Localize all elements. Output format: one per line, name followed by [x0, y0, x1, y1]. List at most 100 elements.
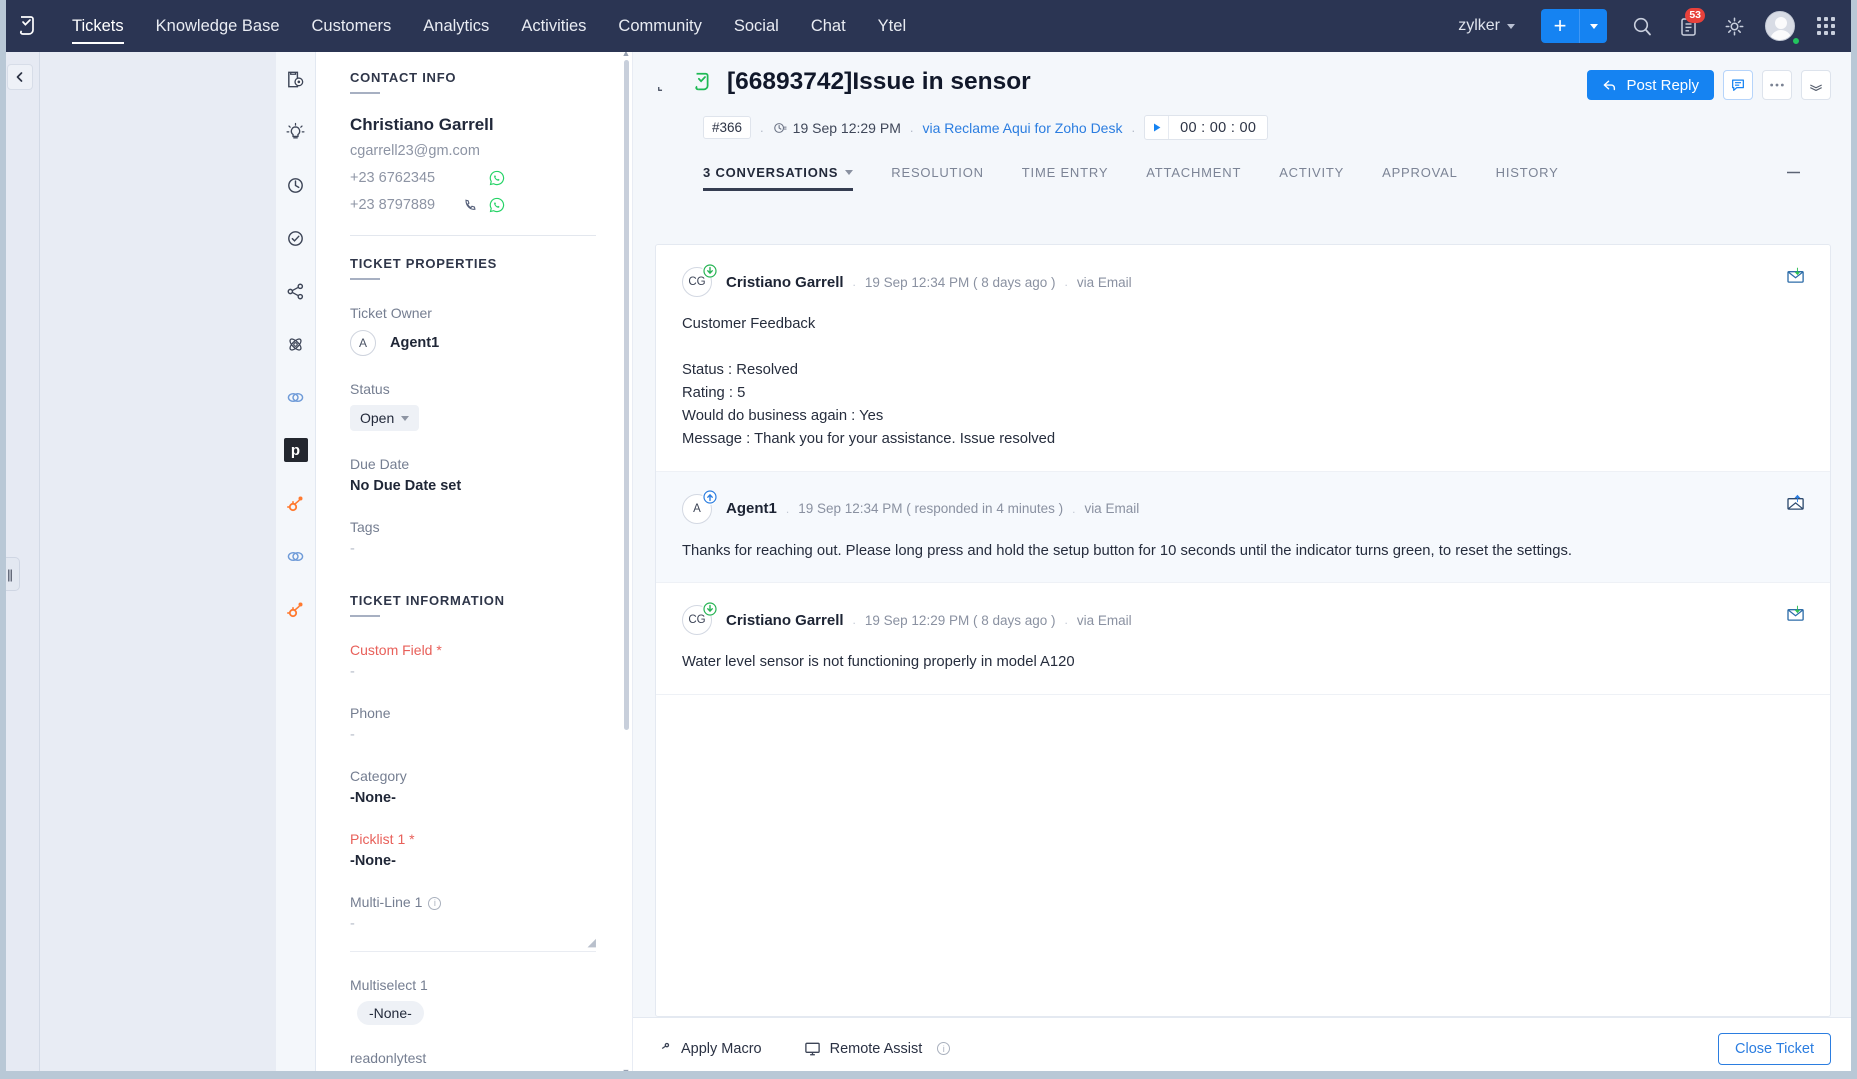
org-switcher[interactable]: zylker	[1446, 17, 1527, 35]
app-logo[interactable]	[0, 0, 56, 52]
field-label: Category	[350, 768, 596, 784]
settings-button[interactable]	[1713, 5, 1755, 47]
mail-incoming-icon[interactable]	[1787, 605, 1806, 627]
conversation-author: Cristiano Garrell	[726, 274, 844, 291]
tab-attachment[interactable]: ATTACHMENT	[1146, 165, 1241, 191]
tags-value[interactable]: -	[350, 541, 596, 557]
conversation-time: 19 Sep 12:34 PM ( 8 days ago )	[865, 275, 1056, 290]
check-circle-icon	[285, 228, 306, 249]
tab-approval[interactable]: APPROVAL	[1382, 165, 1458, 191]
collapse-sidebar-button[interactable]	[7, 64, 33, 90]
phone-icon[interactable]	[463, 171, 478, 186]
owner-name: Agent1	[390, 335, 439, 351]
nav-item-ytel[interactable]: Ytel	[862, 0, 922, 52]
avatar-initials: CG	[688, 614, 705, 626]
tab-resolution[interactable]: RESOLUTION	[891, 165, 984, 191]
nav-item-social[interactable]: Social	[718, 0, 795, 52]
tab-conversations[interactable]: 3 CONVERSATIONS	[703, 165, 853, 191]
conversation-item[interactable]: CG Cristiano Garrell . 19 Sep 12:29 PM (…	[656, 583, 1830, 695]
field-ticket-owner: Ticket Owner A Agent1	[350, 305, 596, 356]
apply-macro-button[interactable]: Apply Macro	[655, 1040, 762, 1057]
nav-label: Community	[618, 17, 701, 36]
comment-button[interactable]	[1723, 70, 1753, 100]
add-button[interactable]: +	[1541, 9, 1579, 43]
notes-button[interactable]: 53	[1667, 5, 1709, 47]
resize-grip-icon[interactable]: ◢	[588, 936, 596, 949]
clock-history-icon-button[interactable]	[279, 168, 313, 202]
window-bottom-edge	[0, 1071, 1857, 1079]
field-value: -	[350, 916, 596, 932]
field-value[interactable]: -	[350, 727, 596, 743]
whatsapp-icon[interactable]	[489, 170, 505, 186]
mail-incoming-icon[interactable]	[1787, 267, 1806, 289]
nav-item-community[interactable]: Community	[602, 0, 717, 52]
search-button[interactable]	[1621, 5, 1663, 47]
field-value[interactable]: -None-	[350, 790, 596, 806]
ticket-number[interactable]: #366	[703, 116, 751, 139]
page-title: [66893742]Issue in sensor	[691, 68, 1031, 96]
share-nodes-icon-button[interactable]	[279, 274, 313, 308]
field-multiselect-1: Multiselect 1 -None-	[350, 977, 596, 1025]
link-chain-blue-2-icon-button[interactable]	[279, 539, 313, 573]
comment-bubble-icon	[1730, 77, 1746, 93]
hubspot-sprocket-icon-button[interactable]	[279, 486, 313, 520]
due-date-value[interactable]: No Due Date set	[350, 478, 596, 494]
contact-email[interactable]: cgarrell23@gm.com	[350, 143, 596, 159]
ticket-owner-value[interactable]: A Agent1	[350, 330, 596, 356]
tabs-filter-button[interactable]	[1783, 163, 1801, 192]
ticket-tabs: 3 CONVERSATIONS RESOLUTION TIME ENTRY AT…	[703, 163, 1831, 192]
hubspot-sprocket-2-icon-button[interactable]	[279, 592, 313, 626]
multiline-textarea[interactable]: - ◢	[350, 916, 596, 952]
nav-item-activities[interactable]: Activities	[505, 0, 602, 52]
field-value[interactable]: -	[350, 664, 596, 680]
tab-activity[interactable]: ACTIVITY	[1279, 165, 1344, 191]
scrollbar-up-arrow[interactable]: ▲	[621, 52, 631, 58]
post-reply-button[interactable]: Post Reply	[1587, 70, 1714, 100]
p-square-icon-button[interactable]: p	[279, 433, 313, 467]
tab-history[interactable]: HISTORY	[1496, 165, 1559, 191]
conversation-item[interactable]: CG Cristiano Garrell . 19 Sep 12:34 PM (…	[656, 245, 1830, 472]
tab-time-entry[interactable]: TIME ENTRY	[1022, 165, 1109, 191]
nav-item-chat[interactable]: Chat	[795, 0, 862, 52]
lightbulb-idea-icon-button[interactable]	[279, 115, 313, 149]
link-chain-blue-icon-button[interactable]	[279, 380, 313, 414]
ticket-meta-row: #366 . 19 Sep 12:29 PM . via Reclame Aqu…	[703, 115, 1831, 140]
conversation-author: Cristiano Garrell	[726, 612, 844, 629]
mail-outgoing-icon[interactable]	[1787, 494, 1806, 516]
info-circle-icon[interactable]: i	[937, 1042, 950, 1055]
field-value[interactable]: -None-	[350, 853, 596, 869]
apps-grid-button[interactable]	[1805, 5, 1847, 47]
conversation-item[interactable]: A Agent1 . 19 Sep 12:34 PM ( responded i…	[656, 472, 1830, 584]
ticket-title-row: [66893742]Issue in sensor Post Reply	[655, 68, 1831, 100]
chevron-down-icon	[401, 416, 409, 421]
ticket-created-time: 19 Sep 12:29 PM	[773, 120, 901, 136]
ticket-channel-link[interactable]: via Reclame Aqui for Zoho Desk	[922, 120, 1122, 136]
window-right-edge	[1851, 0, 1857, 1079]
nav-item-customers[interactable]: Customers	[296, 0, 408, 52]
collapse-panel-button[interactable]	[655, 68, 681, 98]
clipboard-gear-icon-button[interactable]	[279, 62, 313, 96]
contact-phone-row: +23 6762345	[350, 170, 596, 186]
nav-item-analytics[interactable]: Analytics	[407, 0, 505, 52]
timer-play-button[interactable]	[1145, 116, 1169, 139]
more-options-button[interactable]	[1762, 70, 1792, 100]
close-ticket-button[interactable]: Close Ticket	[1718, 1033, 1831, 1065]
layers-button[interactable]	[1801, 70, 1831, 100]
check-circle-icon-button[interactable]	[279, 221, 313, 255]
nav-item-tickets[interactable]: Tickets	[56, 0, 140, 52]
ticket-information-heading: TICKET INFORMATION	[350, 593, 596, 617]
nav-item-knowledge-base[interactable]: Knowledge Base	[140, 0, 296, 52]
user-avatar-button[interactable]	[1759, 5, 1801, 47]
contact-name[interactable]: Christiano Garrell	[350, 115, 596, 135]
remote-assist-button[interactable]: Remote Assist i	[804, 1040, 951, 1057]
chevron-down-icon	[845, 170, 853, 175]
sidebar-scrollbar-thumb[interactable]	[624, 60, 629, 730]
avatar: CG	[682, 605, 712, 635]
status-dropdown[interactable]: Open	[350, 405, 419, 431]
add-dropdown-button[interactable]	[1579, 9, 1607, 43]
info-circle-icon[interactable]: i	[428, 897, 441, 910]
whatsapp-icon[interactable]	[489, 197, 505, 213]
field-value-chip[interactable]: -None-	[357, 1001, 424, 1025]
atom-orbit-icon-button[interactable]	[279, 327, 313, 361]
phone-icon[interactable]	[463, 198, 478, 213]
